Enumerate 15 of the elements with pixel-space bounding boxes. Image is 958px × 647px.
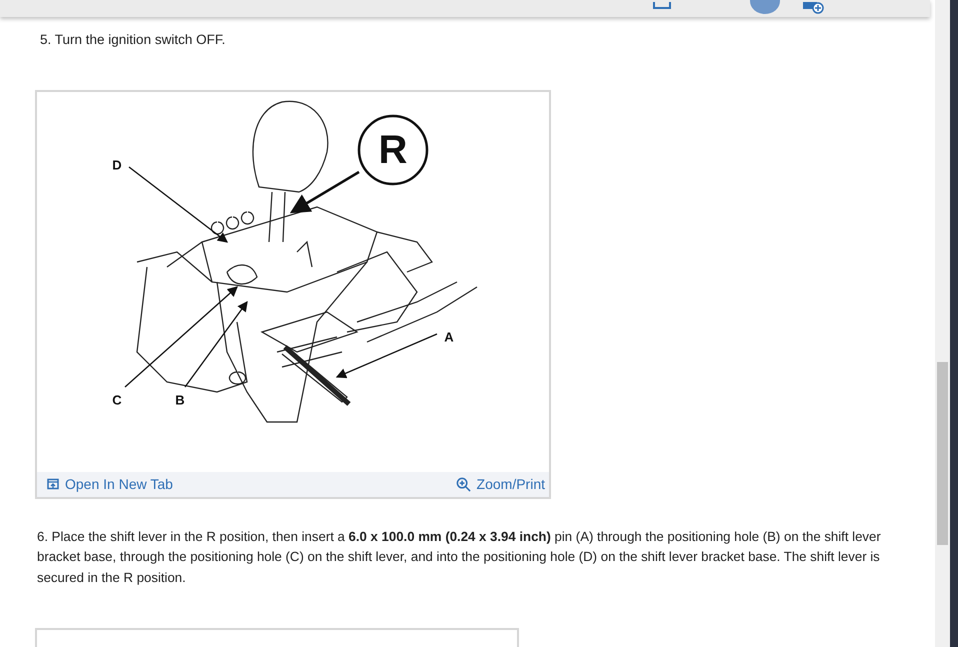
open-in-new-tab-link[interactable]: Open In New Tab	[47, 476, 173, 492]
callout-label: D	[112, 157, 122, 172]
zoom-in-icon	[456, 476, 471, 492]
callout-label: A	[444, 329, 454, 344]
scrollbar-thumb[interactable]	[937, 362, 948, 545]
step-text: 6. Place the shift lever in the R position, then insert a 6.0 x 100.0 mm (0.24 x 3.94 inch) pin (A) through the positioning hole (B) on the shift lever bracket base, through the positioning hole (C) on the shift lever, and into the positioning hole (D) on the shift lever bracket base. The shift lever is secured in the R position.	[37, 528, 882, 587]
callout-label: B	[175, 392, 185, 407]
circle-icon	[358, 114, 428, 185]
zoom-print-link[interactable]: Zoom/Print	[456, 476, 545, 492]
step-text: 5. Turn the ignition switch OFF.	[40, 31, 226, 49]
document-plus-icon[interactable]	[802, 2, 824, 14]
callout-label: C	[112, 392, 122, 407]
new-tab-icon	[47, 478, 59, 490]
callout-arrow	[290, 170, 360, 213]
callout-label: R	[378, 128, 408, 172]
